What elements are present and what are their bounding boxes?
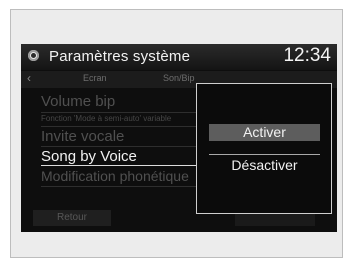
tab-ecran[interactable]: Ecran: [83, 73, 107, 83]
tab-son-bip[interactable]: Son/Bip: [163, 73, 195, 83]
menu-item-volume-bip[interactable]: Volume bip: [41, 93, 209, 110]
option-popup: Activer Désactiver: [196, 83, 332, 214]
title-bar: Paramètres système 12:34: [21, 44, 337, 70]
menu-divider-selected: [41, 165, 216, 166]
menu-divider: [41, 146, 216, 147]
menu-divider: [41, 186, 216, 187]
menu-item-song-by-voice[interactable]: Song by Voice: [41, 148, 209, 165]
activer-option[interactable]: Activer: [209, 124, 320, 141]
chevron-left-icon[interactable]: ‹: [27, 71, 31, 85]
desactiver-option[interactable]: Désactiver: [209, 157, 320, 174]
menu-divider: [41, 126, 216, 127]
option-divider: [209, 154, 320, 155]
gear-icon: [28, 50, 39, 61]
clock: 12:34: [283, 45, 331, 66]
menu-item-semi-auto[interactable]: Fonction 'Mode à semi-auto' variable: [41, 114, 209, 123]
page-title: Paramètres système: [49, 48, 191, 65]
menu-divider: [41, 112, 216, 113]
menu-item-invite-vocale[interactable]: Invite vocale: [41, 128, 209, 145]
back-button[interactable]: Retour: [33, 210, 111, 226]
system-settings-screen: Paramètres système 12:34 ‹ Ecran Son/Bip…: [21, 44, 337, 232]
menu-item-modification-phonetique[interactable]: Modification phonétique: [41, 168, 209, 184]
